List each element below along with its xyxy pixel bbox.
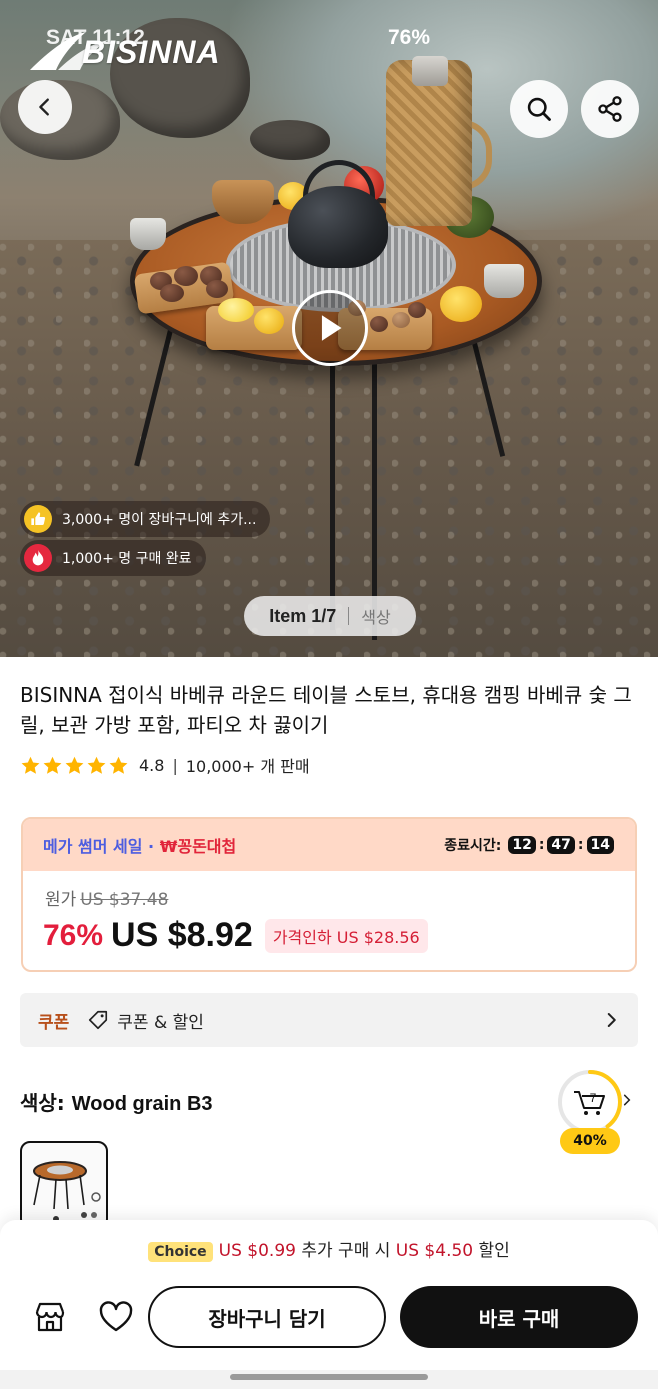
heart-icon[interactable] <box>98 1300 134 1334</box>
sale-countdown: 종료시간: 12 : 47 : 14 <box>444 835 617 855</box>
color-thumbnail-selected[interactable] <box>20 1141 108 1229</box>
price-drop-badge: 가격인하 US $28.56 <box>264 918 428 953</box>
store-icon[interactable] <box>32 1300 68 1334</box>
thumbs-up-icon <box>24 505 52 533</box>
chestnut <box>160 284 184 302</box>
sale-badge: ₩꽁돈대첩 <box>159 837 237 856</box>
sale-event-tag[interactable]: 메가 썸머 세일 · ₩꽁돈대첩 <box>43 833 236 857</box>
sale-header: 메가 썸머 세일 · ₩꽁돈대첩 종료시간: 12 : 47 : 14 <box>23 819 635 871</box>
promo-tail: 할인 <box>478 1241 510 1261</box>
sale-dot: · <box>148 837 155 856</box>
star-icon <box>43 756 62 774</box>
purchase-count-badge: 1,000+ 명 구매 완료 <box>20 540 206 576</box>
brand-name: BISINNA <box>82 34 221 70</box>
teapot <box>288 186 388 268</box>
chestnut <box>392 312 410 328</box>
lemon <box>254 308 284 334</box>
tea-cup <box>130 218 166 250</box>
table-leg <box>330 360 335 630</box>
rating-stars <box>20 755 129 776</box>
original-price-label: 원가 <box>45 890 77 910</box>
promo-middle: 추가 구매 시 <box>301 1241 391 1261</box>
promo-amount: US $0.99 <box>218 1241 296 1261</box>
sold-count: 10,000+ 개 판매 <box>185 757 310 776</box>
product-title: BISINNA 접이식 바베큐 라운드 테이블 스토브, 휴대용 캠핑 바베큐 … <box>20 683 632 737</box>
star-icon <box>21 756 40 774</box>
bottom-action-bar: Choice US $0.99 추가 구매 시 US $4.50 할인 장바구니 … <box>0 1220 658 1370</box>
countdown-sep: : <box>538 837 545 853</box>
add-to-cart-button[interactable]: 장바구니 담기 <box>148 1286 386 1348</box>
chevron-right-icon[interactable] <box>620 1092 634 1108</box>
product-thumbnail-image <box>33 1161 101 1222</box>
chestnut <box>206 280 228 298</box>
cart-add-count-badge: 3,000+ 명이 장바구니에 추가... <box>20 501 271 537</box>
cart-count: 7 <box>590 1091 597 1105</box>
purchase-count-text: 1,000+ 명 구매 완료 <box>62 551 192 567</box>
color-value: Wood grain B3 <box>71 1093 213 1115</box>
chestnut <box>174 266 198 286</box>
item-counter: Item 1/7 <box>269 605 337 626</box>
choice-badge: Choice <box>148 1242 213 1262</box>
search-button[interactable] <box>510 80 568 138</box>
color-label: 색상: <box>20 1091 65 1115</box>
countdown-hours: 12 <box>508 836 536 854</box>
promo-discount: US $4.50 <box>395 1241 474 1261</box>
star-icon <box>65 756 84 774</box>
buy-now-button[interactable]: 바로 구매 <box>400 1286 638 1348</box>
sale-price-card: 메가 썸머 세일 · ₩꽁돈대첩 종료시간: 12 : 47 : 14 원가 US… <box>21 817 637 972</box>
home-indicator[interactable] <box>230 1374 428 1380</box>
lemon <box>440 286 482 322</box>
chestnut <box>370 316 388 332</box>
fire-icon <box>24 544 52 572</box>
chestnut <box>408 302 426 318</box>
cart-add-count-text: 3,000+ 명이 장바구니에 추가... <box>62 512 257 528</box>
original-price-value: US $37.48 <box>80 890 169 910</box>
search-icon <box>527 97 551 121</box>
color-option-label: 색상: Wood grain B3 <box>20 1087 213 1116</box>
rating-row[interactable]: 4.8 | 10,000+ 개 판매 <box>20 752 310 778</box>
coupon-row[interactable]: 쿠폰 쿠폰 & 할인 <box>20 993 638 1047</box>
choice-promo-banner[interactable]: Choice US $0.99 추가 구매 시 US $4.50 할인 <box>0 1236 658 1262</box>
status-battery: 76% <box>388 26 431 49</box>
cart-progress-ring[interactable]: 7 <box>556 1068 624 1136</box>
back-button[interactable] <box>18 80 72 134</box>
tea-cup <box>484 264 524 298</box>
color-tab[interactable]: 색상 <box>361 604 390 628</box>
product-media-gallery[interactable]: SAT 11:12 76% BISINNA 3,000+ 명이 장바구니에 추가… <box>0 0 658 657</box>
video-play-button[interactable] <box>292 290 368 366</box>
play-icon <box>321 315 342 341</box>
share-button[interactable] <box>581 80 639 138</box>
countdown-label: 종료시간: <box>444 838 502 854</box>
countdown-seconds: 14 <box>586 836 614 854</box>
chevron-right-icon <box>607 1013 616 1027</box>
coupon-label: 쿠폰 <box>38 1012 70 1033</box>
cart-progress-percent: 40% <box>560 1128 620 1154</box>
countdown-minutes: 47 <box>547 836 575 854</box>
lemon <box>218 298 254 322</box>
tag-icon <box>89 1010 108 1030</box>
countdown-sep: : <box>577 837 584 853</box>
share-icon <box>598 96 622 122</box>
star-icon <box>109 756 128 774</box>
discount-percent: 76% <box>43 918 104 952</box>
rating-value: 4.8 <box>139 755 165 775</box>
coupon-text: 쿠폰 & 할인 <box>117 1012 204 1033</box>
divider <box>348 607 350 625</box>
sale-event-name: 메가 썸머 세일 <box>43 837 143 856</box>
price-row: 76% US $8.92 가격인하 US $28.56 <box>43 916 428 955</box>
star-icon <box>87 756 106 774</box>
sale-price: US $8.92 <box>111 916 253 954</box>
media-tab-switcher[interactable]: Item 1/7 색상 <box>244 596 416 636</box>
divider: | <box>172 755 178 775</box>
thermos-cap <box>412 56 448 86</box>
chevron-left-icon <box>39 98 49 116</box>
original-price: 원가 US $37.48 <box>45 885 168 910</box>
